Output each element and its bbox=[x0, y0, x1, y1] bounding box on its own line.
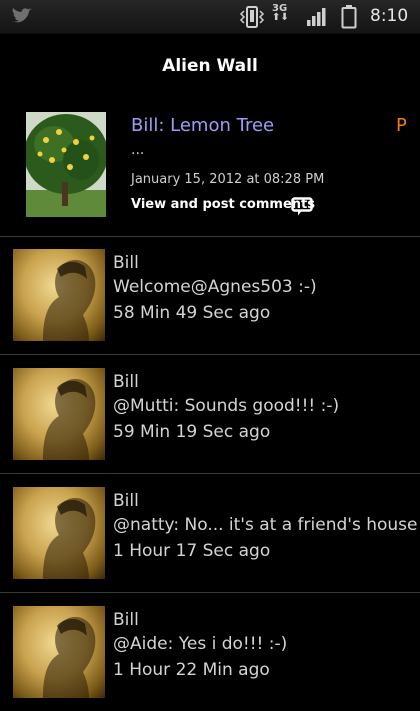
network-3g-icon: 3G ⬆⬇ bbox=[272, 4, 289, 23]
post-flag: P bbox=[396, 115, 407, 136]
post-excerpt: ... bbox=[131, 142, 145, 158]
wall-entry[interactable]: Bill @Aide: Yes i do!!! :-) 1 Hour 22 Mi… bbox=[0, 593, 420, 711]
view-comments-link[interactable]: View and post comments bbox=[131, 197, 315, 212]
entry-message: @Aide: Yes i do!!! :-) bbox=[113, 634, 288, 654]
post-thumbnail[interactable] bbox=[26, 112, 106, 217]
entry-time: 59 Min 19 Sec ago bbox=[113, 422, 271, 442]
entry-message: Welcome@Agnes503 :-) bbox=[113, 277, 317, 297]
battery-icon bbox=[341, 5, 357, 33]
entry-time: 1 Hour 17 Sec ago bbox=[113, 541, 271, 561]
status-clock: 8:10 bbox=[370, 6, 409, 26]
post-title-link[interactable]: Bill: Lemon Tree bbox=[131, 115, 274, 136]
status-bar: 3G ⬆⬇ 8:10 bbox=[0, 0, 420, 34]
wall-entry[interactable]: Bill @Mutti: Sounds good!!! :-) 59 Min 1… bbox=[0, 355, 420, 473]
entry-time: 58 Min 49 Sec ago bbox=[113, 303, 271, 323]
entry-author: Bill bbox=[113, 253, 139, 273]
entry-author: Bill bbox=[113, 372, 139, 392]
twitter-bird-icon[interactable] bbox=[10, 7, 36, 31]
avatar[interactable] bbox=[13, 487, 105, 579]
entry-author: Bill bbox=[113, 491, 139, 511]
entry-time: 1 Hour 22 Min ago bbox=[113, 660, 270, 680]
post-date: January 15, 2012 at 08:28 PM bbox=[131, 172, 325, 187]
vibrate-icon bbox=[238, 5, 266, 33]
avatar[interactable] bbox=[13, 249, 105, 341]
avatar[interactable] bbox=[13, 606, 105, 698]
avatar[interactable] bbox=[13, 368, 105, 460]
signal-icon bbox=[306, 8, 328, 30]
entry-author: Bill bbox=[113, 610, 139, 630]
comment-bubble-icon[interactable] bbox=[291, 197, 313, 221]
entry-message: @Mutti: Sounds good!!! :-) bbox=[113, 396, 340, 416]
wall-entry[interactable]: Bill Welcome@Agnes503 :-) 58 Min 49 Sec … bbox=[0, 236, 420, 354]
featured-post[interactable]: Bill: Lemon Tree P ... January 15, 2012 … bbox=[0, 100, 420, 236]
wall-entry[interactable]: Bill @natty: No... it's at a friend's ho… bbox=[0, 474, 420, 592]
page-title: Alien Wall bbox=[162, 56, 258, 76]
entry-message: @natty: No... it's at a friend's house! bbox=[113, 515, 420, 535]
data-arrows-icon: ⬆⬇ bbox=[272, 12, 289, 23]
